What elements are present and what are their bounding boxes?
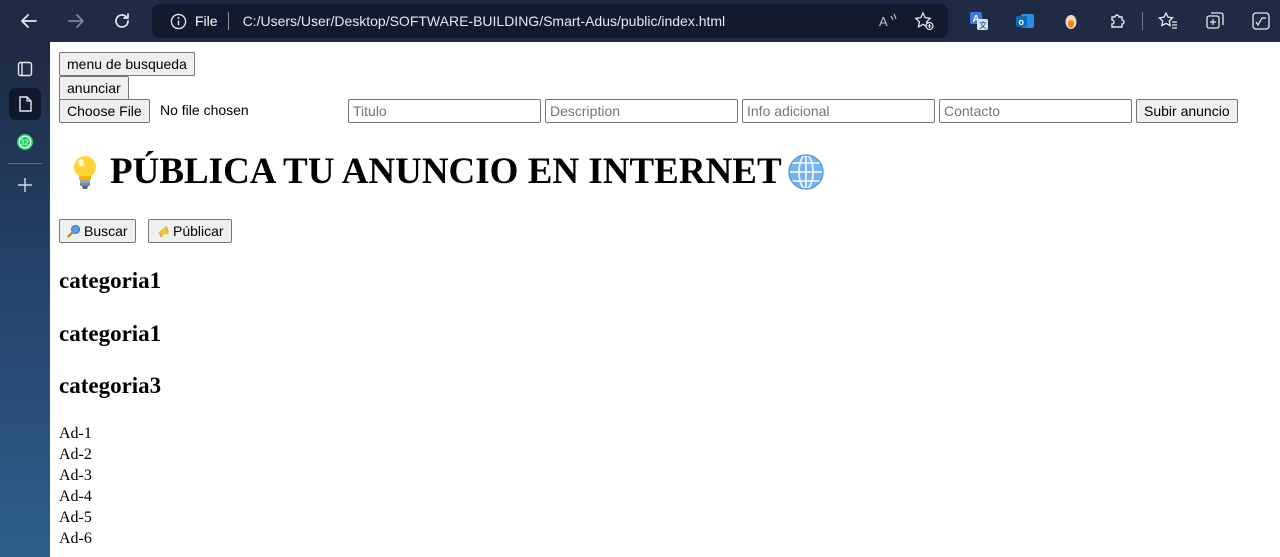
back-arrow-icon (21, 14, 37, 28)
ad-item: Ad-3 (59, 467, 92, 484)
globe-icon (787, 153, 824, 190)
page-heading-text: PÚBLICA TU ANUNCIO EN INTERNET (110, 151, 782, 192)
ad-item: Ad-4 (59, 488, 92, 505)
choose-file-button[interactable]: Choose File (59, 99, 150, 123)
browser-toolbar: File C:/Users/User/Desktop/SOFTWARE-BUIL… (0, 0, 1280, 42)
favorites-icon[interactable] (1157, 10, 1179, 32)
toolbar-divider (1142, 12, 1143, 30)
svg-text:文: 文 (979, 20, 987, 30)
plus-icon (18, 178, 32, 192)
publicar-button[interactable]: Públicar (148, 219, 232, 243)
math-solver-icon[interactable] (1250, 10, 1272, 32)
sidebar-add[interactable] (9, 169, 41, 201)
light-bulb-icon (74, 155, 96, 189)
category-heading: categoria3 (59, 373, 162, 398)
forward-arrow-icon (68, 14, 84, 28)
forward-button[interactable] (63, 8, 89, 34)
address-separator (227, 12, 229, 30)
back-button[interactable] (16, 8, 42, 34)
menu-busqueda-button[interactable]: menu de busqueda (59, 52, 195, 76)
refresh-button[interactable] (109, 8, 135, 34)
extensions-icon[interactable] (1106, 10, 1128, 32)
ad-item: Ad-2 (59, 446, 92, 463)
whatsapp-icon: 12 (17, 134, 33, 150)
translate-icon[interactable]: A文 (968, 10, 990, 32)
sidebar-divider (8, 163, 42, 164)
magnifier-icon (67, 225, 80, 238)
category-heading: categoria1 (59, 268, 162, 293)
buscar-button[interactable]: Buscar (59, 219, 136, 243)
info-icon[interactable] (170, 13, 187, 30)
sidebar-page[interactable] (9, 88, 41, 120)
collections-icon[interactable] (1204, 10, 1226, 32)
info-adicional-input[interactable] (742, 99, 935, 123)
read-aloud-icon[interactable]: A (878, 12, 898, 30)
scheme-label: File (195, 13, 218, 29)
buscar-label: Buscar (84, 223, 128, 239)
ad-item: Ad-6 (59, 530, 92, 547)
subir-anuncio-button[interactable]: Subir anuncio (1136, 99, 1238, 123)
add-favorite-icon[interactable] (914, 11, 934, 31)
megaphone-icon (158, 226, 169, 237)
svg-text:o: o (1019, 17, 1025, 27)
browser-sidebar: 12 (0, 42, 50, 557)
sidebar-tab-actions[interactable] (9, 53, 41, 85)
whatsapp-badge-count: 12 (21, 140, 29, 147)
category-heading: categoria1 (59, 321, 162, 346)
svg-text:A: A (879, 14, 888, 29)
outlook-icon[interactable]: o (1014, 10, 1036, 32)
profile-badge-icon[interactable] (1060, 10, 1082, 32)
tab-actions-icon (17, 61, 33, 77)
file-status-text: No file chosen (160, 102, 249, 118)
anunciar-button[interactable]: anunciar (59, 76, 129, 100)
page-icon (19, 96, 32, 112)
publicar-label: Públicar (173, 223, 224, 239)
page-content: menu de busqueda anunciar Choose File No… (50, 42, 1280, 557)
page-title: PÚBLICA TU ANUNCIO EN INTERNET (68, 150, 826, 193)
ad-item: Ad-1 (59, 425, 92, 442)
url-text[interactable]: C:/Users/User/Desktop/SOFTWARE-BUILDING/… (243, 13, 726, 29)
titulo-input[interactable] (348, 99, 541, 123)
contacto-input[interactable] (939, 99, 1132, 123)
sidebar-whatsapp[interactable]: 12 (9, 126, 41, 158)
address-bar[interactable]: File C:/Users/User/Desktop/SOFTWARE-BUIL… (152, 4, 948, 38)
ad-item: Ad-5 (59, 509, 92, 526)
description-input[interactable] (545, 99, 738, 123)
refresh-icon (115, 13, 129, 28)
